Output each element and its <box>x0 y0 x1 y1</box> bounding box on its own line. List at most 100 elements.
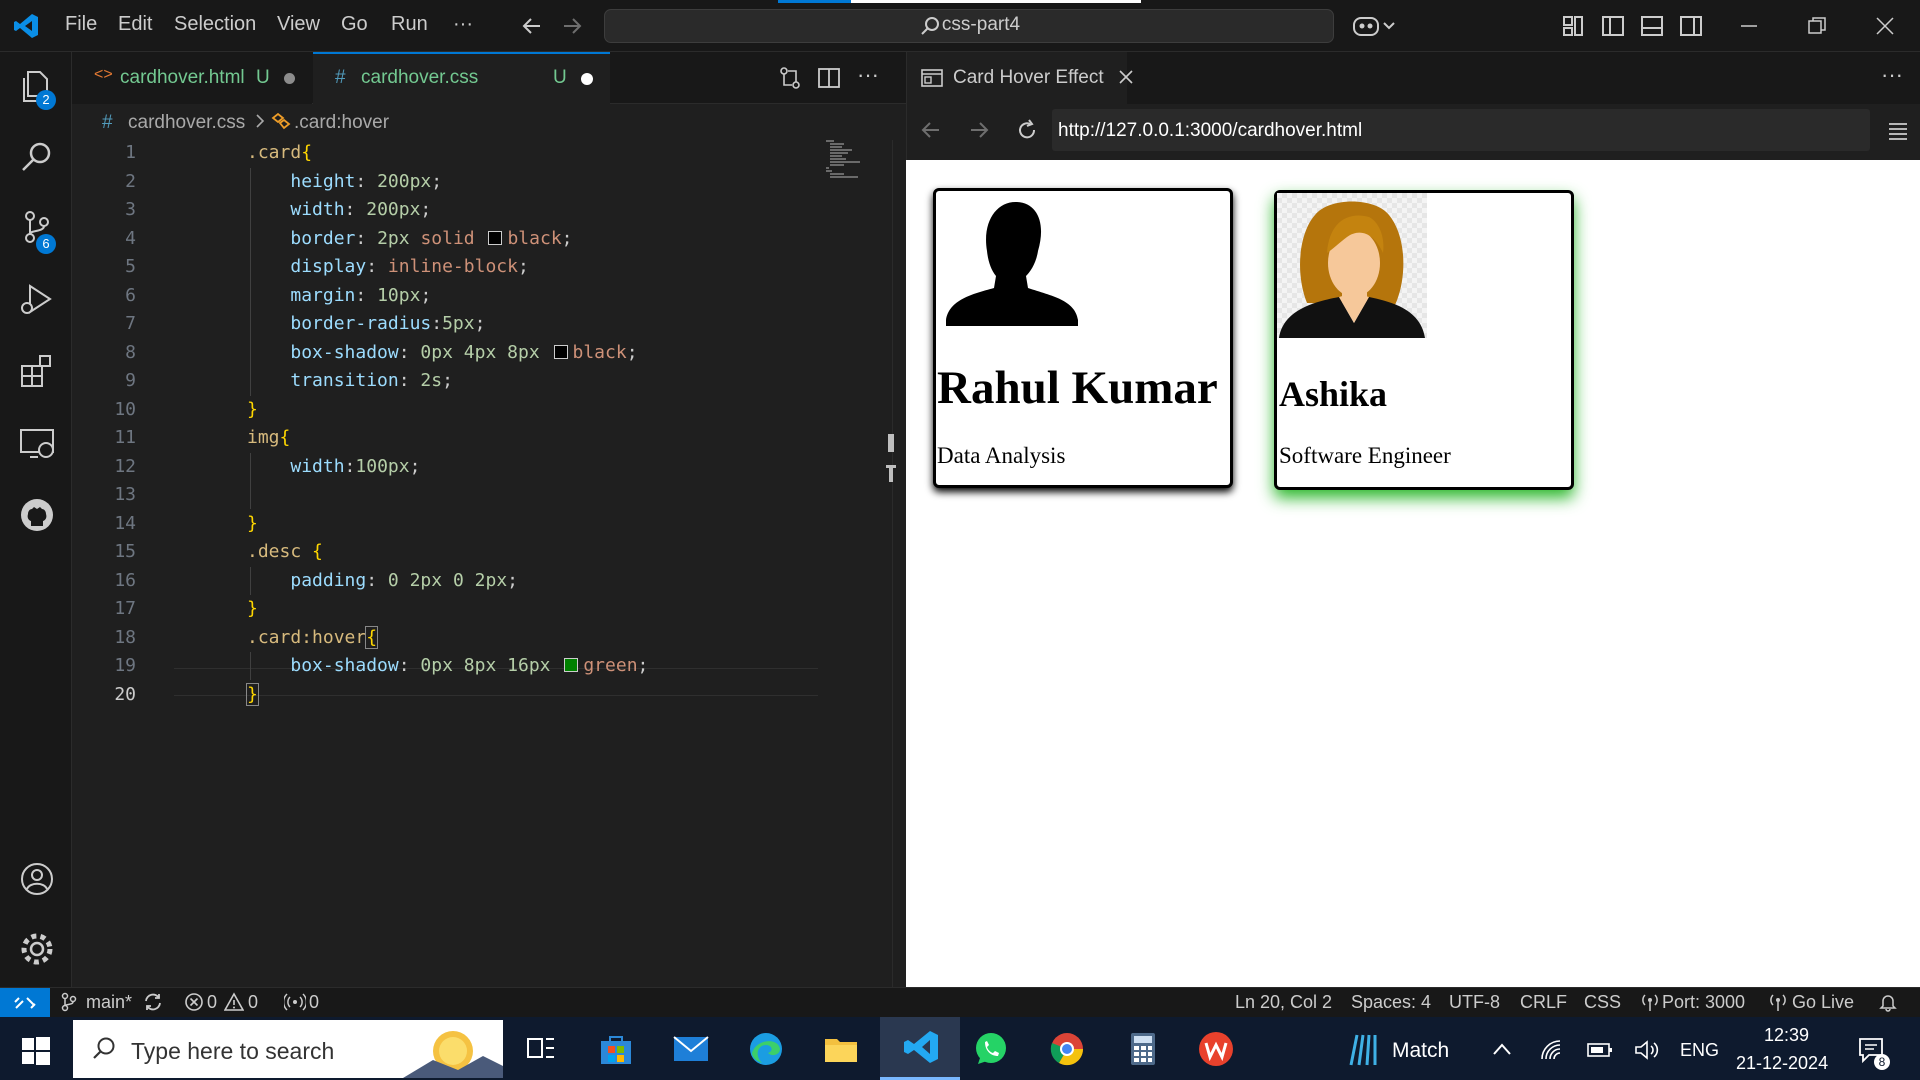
file-explorer-icon[interactable] <box>823 1031 859 1067</box>
more-actions-icon[interactable]: ··· <box>857 62 879 88</box>
profile-card[interactable]: Rahul Kumar Data Analysis <box>933 188 1233 488</box>
clock-date[interactable]: 21-12-2024 <box>1736 1053 1828 1074</box>
unsaved-dot-icon[interactable] <box>581 73 593 85</box>
windows-start-icon[interactable] <box>22 1037 50 1065</box>
go-live-button[interactable]: Go Live <box>1792 992 1854 1013</box>
code-line-15: .desc { <box>247 541 323 562</box>
language-mode[interactable]: CSS <box>1584 992 1621 1013</box>
back-arrow-icon[interactable] <box>520 14 544 38</box>
more-actions-icon[interactable]: ··· <box>1881 62 1903 88</box>
menu-file[interactable]: File <box>65 13 97 36</box>
toggle-primary-sidebar-icon[interactable] <box>1601 15 1625 37</box>
indent-guide <box>250 453 251 509</box>
copilot-icon[interactable] <box>1352 13 1396 39</box>
calculator-icon[interactable] <box>1125 1031 1161 1067</box>
breadcrumb-symbol[interactable]: .card:hover <box>294 112 389 134</box>
tab-label: cardhover.html <box>120 67 245 88</box>
menu-edit[interactable]: Edit <box>118 13 152 36</box>
taskbar-vscode-active[interactable] <box>880 1017 960 1080</box>
untracked-indicator: U <box>553 67 567 88</box>
encoding[interactable]: UTF-8 <box>1449 992 1500 1013</box>
sash-handle[interactable] <box>888 434 894 452</box>
color-swatch[interactable] <box>564 658 579 672</box>
drag-handle-icon[interactable] <box>886 465 896 485</box>
profile-card-hovered[interactable]: Ashika Software Engineer <box>1274 190 1574 490</box>
minimize-icon[interactable] <box>1738 15 1760 37</box>
accounts-icon[interactable] <box>18 860 56 898</box>
customize-layout-icon[interactable] <box>1562 15 1584 37</box>
code-line-19: box-shadow: 0px 8px 16px green; <box>290 655 649 676</box>
close-window-icon[interactable] <box>1874 15 1896 37</box>
command-center-search[interactable]: css-part4 <box>604 9 1334 43</box>
line-number: 11 <box>114 427 136 448</box>
color-swatch[interactable] <box>488 231 503 245</box>
browser-menu-icon[interactable] <box>1887 120 1909 142</box>
cricket-match-icon[interactable] <box>1345 1031 1381 1067</box>
whatsapp-icon[interactable] <box>973 1031 1009 1067</box>
edge-browser-icon[interactable] <box>748 1031 784 1067</box>
line-ending[interactable]: CRLF <box>1520 992 1567 1013</box>
code-line-7: border-radius:5px; <box>290 313 486 334</box>
warning-icon[interactable] <box>224 992 244 1012</box>
run-debug-icon[interactable] <box>18 280 56 318</box>
css-file-icon: # <box>335 67 346 88</box>
wifi-icon[interactable] <box>1540 1039 1564 1061</box>
github-icon[interactable] <box>18 496 56 534</box>
card-role: Data Analysis <box>937 443 1066 468</box>
toggle-panel-icon[interactable] <box>1640 15 1664 37</box>
chevron-up-icon[interactable] <box>1492 1042 1512 1056</box>
remote-indicator[interactable] <box>0 988 50 1018</box>
browser-back-icon[interactable] <box>919 118 943 142</box>
tab-cardhover-css[interactable]: # cardhover.css U <box>313 52 610 104</box>
line-number: 10 <box>114 398 136 420</box>
minimap[interactable] <box>826 140 876 180</box>
tab-cardhover-html[interactable]: <> cardhover.html U <box>72 52 312 104</box>
unsaved-dot-icon[interactable] <box>284 73 295 84</box>
wps-office-icon[interactable] <box>1198 1031 1234 1067</box>
mail-icon[interactable] <box>673 1031 709 1067</box>
menu-go[interactable]: Go <box>341 13 368 36</box>
indentation[interactable]: Spaces: 4 <box>1351 992 1431 1013</box>
bell-icon[interactable] <box>1878 992 1898 1012</box>
extensions-icon[interactable] <box>18 352 56 390</box>
breadcrumb-file[interactable]: cardhover.css <box>128 112 245 134</box>
menu-selection[interactable]: Selection <box>174 13 256 36</box>
error-icon[interactable] <box>184 992 204 1012</box>
clock-time[interactable]: 12:39 <box>1764 1025 1809 1046</box>
taskbar-search-box[interactable]: Type here to search <box>73 1020 503 1078</box>
open-changes-icon[interactable] <box>778 66 802 90</box>
vscode-logo-icon[interactable] <box>13 13 39 39</box>
menu-more[interactable]: ··· <box>453 13 473 36</box>
battery-icon[interactable] <box>1587 1041 1613 1059</box>
search-icon[interactable] <box>18 138 56 176</box>
close-tab-icon[interactable] <box>1117 68 1135 86</box>
remote-explorer-icon[interactable] <box>18 424 56 462</box>
chrome-icon[interactable] <box>1049 1031 1085 1067</box>
url-input[interactable]: http://127.0.0.1:3000/cardhover.html <box>1052 109 1870 151</box>
microsoft-store-icon[interactable] <box>598 1031 634 1067</box>
match-widget-label[interactable]: Match <box>1392 1039 1449 1063</box>
menu-view[interactable]: View <box>277 13 320 36</box>
tab-card-hover-effect[interactable]: Card Hover Effect <box>907 52 1133 104</box>
input-language[interactable]: ENG <box>1680 1040 1719 1061</box>
gear-icon[interactable] <box>18 930 56 968</box>
color-swatch[interactable] <box>553 345 568 359</box>
split-editor-icon[interactable] <box>817 66 841 90</box>
ports-icon[interactable] <box>284 992 306 1012</box>
toggle-secondary-sidebar-icon[interactable] <box>1679 15 1703 37</box>
live-server-port[interactable]: Port: 3000 <box>1662 992 1745 1013</box>
branch-name[interactable]: main* <box>86 992 132 1013</box>
preview-page: Rahul Kumar Data Analysis Ashika Softwar… <box>906 160 1920 987</box>
menu-run[interactable]: Run <box>391 13 428 36</box>
reload-icon[interactable] <box>1015 118 1039 142</box>
volume-icon[interactable] <box>1634 1039 1660 1061</box>
code-editor[interactable]: 1 2 3 4 5 6 7 8 9 10 11 12 13 14 15 16 17 18 19 20 .card{ h… <box>72 140 907 987</box>
sync-icon[interactable] <box>142 991 164 1013</box>
task-view-icon[interactable] <box>524 1031 560 1067</box>
cursor-position[interactable]: Ln 20, Col 2 <box>1235 992 1332 1013</box>
code-line-12: width:100px; <box>290 456 421 477</box>
browser-forward-icon[interactable] <box>967 118 991 142</box>
vertical-scrollbar[interactable] <box>892 140 907 987</box>
restore-icon[interactable] <box>1806 15 1828 37</box>
forward-arrow-icon[interactable] <box>560 14 584 38</box>
